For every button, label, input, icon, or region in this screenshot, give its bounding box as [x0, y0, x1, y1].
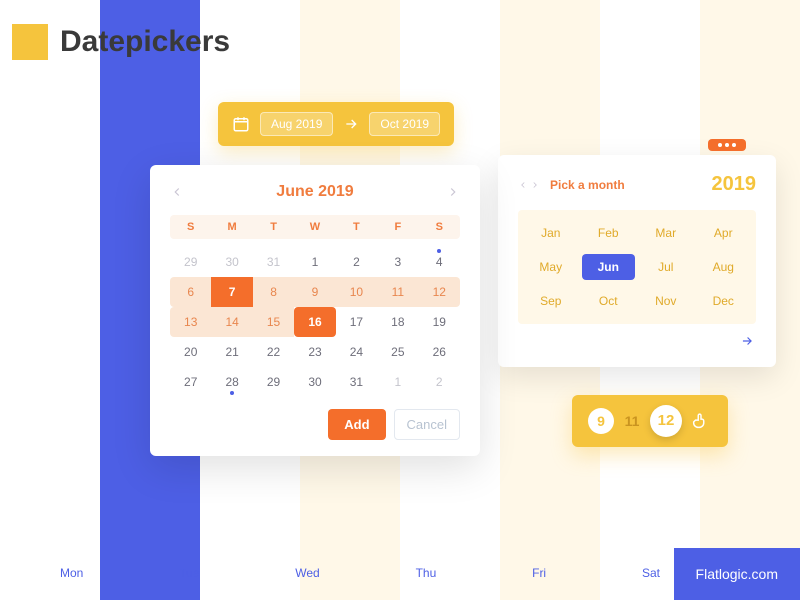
pointer-hand-icon [690, 410, 712, 432]
month-picker-title: Pick a month [550, 178, 625, 192]
day-cell[interactable]: 7 [211, 277, 252, 307]
day-of-week-header: SMTWTFS [170, 215, 460, 239]
day-cell[interactable]: 30 [294, 367, 335, 397]
day-cell[interactable]: 15 [253, 307, 294, 337]
confirm-arrow-icon[interactable] [738, 334, 756, 348]
footer-day-labels: Mon Tue Wed Thu Fri Sat [60, 566, 660, 580]
day-grid: 2930311234678910111213141516171819202122… [170, 247, 460, 397]
month-cell[interactable]: Sep [524, 288, 578, 314]
day-cell[interactable]: 25 [377, 337, 418, 367]
day-cell[interactable]: 3 [377, 247, 418, 277]
footer-day-label: Mon [60, 566, 83, 580]
day-cell[interactable]: 2 [419, 367, 460, 397]
day-cell[interactable]: 31 [253, 247, 294, 277]
slider-value-active[interactable]: 12 [650, 405, 682, 437]
dow-label: M [211, 221, 252, 233]
dow-label: S [419, 221, 460, 233]
day-cell[interactable]: 10 [336, 277, 377, 307]
dow-label: T [253, 221, 294, 233]
add-button[interactable]: Add [328, 409, 385, 440]
arrow-right-icon [343, 116, 359, 132]
day-cell[interactable]: 12 [419, 277, 460, 307]
month-cell[interactable]: Nov [639, 288, 693, 314]
month-picker-panel: Pick a month 2019 JanFebMarApr MayJunJulA… [498, 155, 776, 367]
footer-day-label: Tue [179, 566, 199, 580]
day-cell[interactable]: 13 [170, 307, 211, 337]
day-cell[interactable]: 24 [336, 337, 377, 367]
day-cell[interactable]: 21 [211, 337, 252, 367]
day-cell[interactable]: 6 [170, 277, 211, 307]
day-cell[interactable]: 11 [377, 277, 418, 307]
day-cell[interactable]: 1 [377, 367, 418, 397]
day-cell[interactable]: 4 [419, 247, 460, 277]
day-cell[interactable]: 28 [211, 367, 252, 397]
month-cell[interactable]: Mar [639, 220, 693, 246]
date-range-bar[interactable]: Aug 2019 Oct 2019 [218, 102, 454, 146]
month-cell[interactable]: Feb [582, 220, 636, 246]
day-cell[interactable]: 29 [170, 247, 211, 277]
day-cell[interactable]: 26 [419, 337, 460, 367]
month-cell[interactable]: Oct [582, 288, 636, 314]
calendar-icon [232, 115, 250, 133]
cancel-button[interactable]: Cancel [394, 409, 460, 440]
footer-day-label: Thu [416, 566, 437, 580]
day-cell[interactable]: 17 [336, 307, 377, 337]
page-title-block: Datepickers [12, 24, 230, 60]
month-cell[interactable]: Jun [582, 254, 636, 280]
range-end-chip[interactable]: Oct 2019 [369, 112, 440, 136]
month-grid: JanFebMarApr MayJunJulAug SepOctNovDec [518, 210, 756, 324]
slider-value[interactable]: 11 [620, 413, 644, 429]
page-title: Datepickers [60, 25, 230, 59]
day-cell[interactable]: 9 [294, 277, 335, 307]
prev-month-chevron-icon[interactable] [170, 185, 184, 199]
slider-value[interactable]: 9 [588, 408, 614, 434]
month-cell[interactable]: Aug [697, 254, 751, 280]
title-accent-square [12, 24, 48, 60]
dow-label: F [377, 221, 418, 233]
day-cell[interactable]: 30 [211, 247, 252, 277]
day-cell[interactable]: 2 [336, 247, 377, 277]
day-cell[interactable]: 18 [377, 307, 418, 337]
next-month-chevron-icon[interactable] [446, 185, 460, 199]
month-next-chevron-icon[interactable] [530, 180, 540, 190]
footer-day-label: Fri [532, 566, 546, 580]
day-cell[interactable]: 27 [170, 367, 211, 397]
dow-label: T [336, 221, 377, 233]
month-cell[interactable]: Dec [697, 288, 751, 314]
datepicker-panel: June 2019 SMTWTFS 2930311234678910111213… [150, 165, 480, 456]
branding-link[interactable]: Flatlogic.com [674, 548, 800, 600]
ellipsis-handle-icon[interactable] [708, 139, 746, 151]
month-prev-chevron-icon[interactable] [518, 180, 528, 190]
footer-day-label: Wed [295, 566, 319, 580]
day-cell[interactable]: 14 [211, 307, 252, 337]
month-picker-year: 2019 [712, 173, 757, 196]
datepicker-title: June 2019 [276, 183, 353, 201]
day-cell[interactable]: 16 [294, 307, 335, 337]
day-cell[interactable]: 19 [419, 307, 460, 337]
day-cell[interactable]: 31 [336, 367, 377, 397]
day-cell[interactable]: 22 [253, 337, 294, 367]
number-slider[interactable]: 9 11 12 [572, 395, 728, 447]
month-cell[interactable]: Jan [524, 220, 578, 246]
range-start-chip[interactable]: Aug 2019 [260, 112, 333, 136]
day-cell[interactable]: 23 [294, 337, 335, 367]
day-cell[interactable]: 1 [294, 247, 335, 277]
month-cell[interactable]: Apr [697, 220, 751, 246]
month-cell[interactable]: May [524, 254, 578, 280]
day-cell[interactable]: 29 [253, 367, 294, 397]
day-cell[interactable]: 20 [170, 337, 211, 367]
dow-label: W [294, 221, 335, 233]
day-cell[interactable]: 8 [253, 277, 294, 307]
footer-day-label: Sat [642, 566, 660, 580]
month-cell[interactable]: Jul [639, 254, 693, 280]
dow-label: S [170, 221, 211, 233]
